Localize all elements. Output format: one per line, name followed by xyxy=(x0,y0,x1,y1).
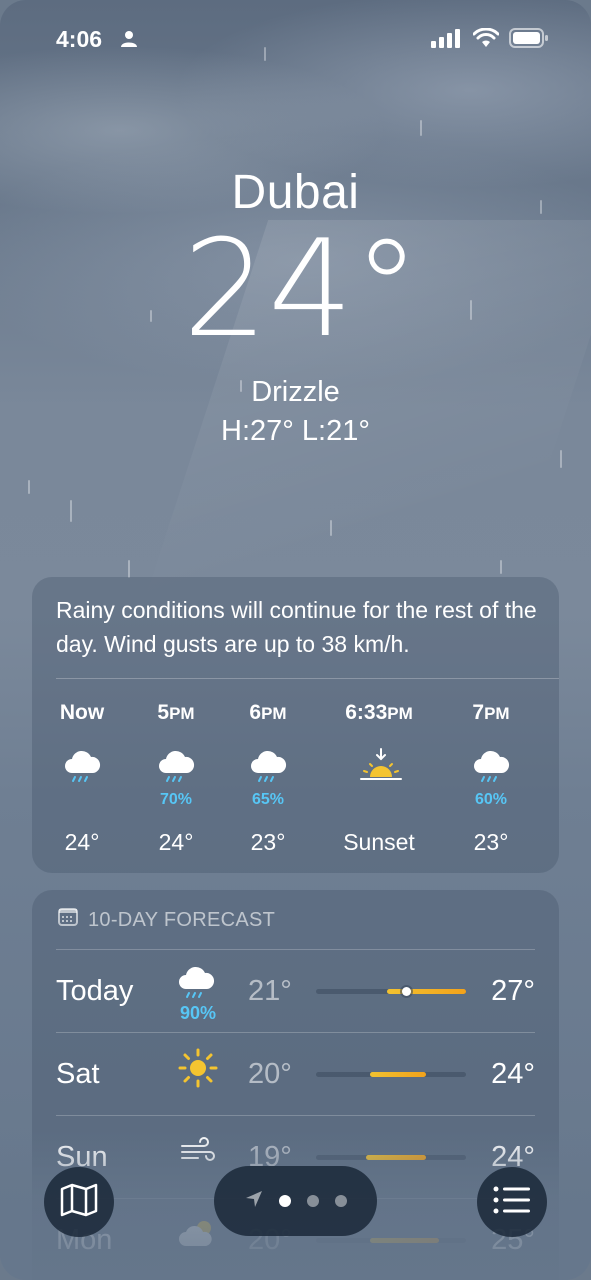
rain-cloud-icon xyxy=(156,747,196,787)
temperature-range-bar xyxy=(316,1072,466,1077)
rain-streak xyxy=(500,560,502,574)
rain-streak xyxy=(28,480,30,494)
map-icon xyxy=(60,1183,98,1222)
temperature-range-bar xyxy=(316,987,466,996)
location-pager[interactable] xyxy=(214,1166,377,1236)
hour-suffix: PM xyxy=(387,704,413,723)
ten-day-header-label: 10-DAY FORECAST xyxy=(88,908,276,931)
forecast-row[interactable]: Today 90% 21° 27° xyxy=(56,949,535,1032)
hour-suffix: PM xyxy=(169,704,195,723)
precipitation-chance: 60% xyxy=(474,791,508,808)
hour-temperature: Sunset xyxy=(343,829,415,855)
precipitation-chance: 70% xyxy=(159,791,193,808)
rain-cloud-icon xyxy=(471,747,511,787)
hour-label: 7PM xyxy=(472,701,510,724)
map-button[interactable] xyxy=(44,1167,114,1237)
rain-streak xyxy=(128,560,130,578)
page-dot[interactable] xyxy=(306,1195,319,1207)
hourly-item: 7PM 60% 23° xyxy=(446,701,536,855)
hourly-item: Now 24° xyxy=(37,701,127,855)
page-dot[interactable] xyxy=(334,1195,347,1207)
battery-icon xyxy=(509,28,549,53)
page-dot-current[interactable] xyxy=(278,1195,291,1207)
hour-suffix: PM xyxy=(261,704,287,723)
hour-label: 6:33PM xyxy=(345,701,413,724)
divider xyxy=(56,678,559,679)
cellular-signal-icon xyxy=(431,28,463,53)
row-divider xyxy=(56,949,535,950)
hour-label: Now xyxy=(59,701,105,724)
forecast-row[interactable]: Sat 20° 24° xyxy=(56,1032,535,1115)
hourly-item: 6PM 65% 23° xyxy=(223,701,313,855)
current-temp-marker xyxy=(402,987,411,996)
hourly-item: 5PM 70% 24° xyxy=(131,701,221,855)
location-list-button[interactable] xyxy=(477,1167,547,1237)
hour-temperature: 24° xyxy=(64,829,100,855)
rain-streak xyxy=(70,500,72,522)
high-low-temperature: H:27° L:21° xyxy=(221,415,370,447)
rain-cloud-icon xyxy=(248,747,288,787)
row-divider xyxy=(56,1115,535,1116)
status-time: 4:06 xyxy=(56,26,103,52)
calendar-icon xyxy=(58,908,78,932)
hour-temperature: 24° xyxy=(158,829,194,855)
list-icon xyxy=(493,1185,531,1220)
rain-streak xyxy=(330,520,332,536)
sun-icon xyxy=(176,1046,220,1090)
precipitation-chance: 65% xyxy=(251,791,285,808)
precipitation-chance: 90% xyxy=(179,1003,217,1023)
hourly-item: 6:33PM Sunset xyxy=(334,701,424,855)
day-name: Sat xyxy=(56,1058,100,1090)
high-temperature: 27° xyxy=(491,975,535,1007)
sunset-icon xyxy=(359,747,402,787)
weather-screen: 4:06 Dubai 24° Drizzle H:27° L:21° Rainy… xyxy=(0,0,591,1280)
rain-cloud-icon xyxy=(176,963,220,1007)
person-icon xyxy=(120,30,138,53)
hourly-forecast-card[interactable]: Rainy conditions will continue for the r… xyxy=(32,577,559,873)
low-temperature: 20° xyxy=(248,1058,292,1090)
hour-suffix: PM xyxy=(484,704,510,723)
rain-cloud-icon xyxy=(62,747,102,787)
location-arrow-icon xyxy=(245,1190,263,1213)
hour-temperature: 23° xyxy=(473,829,509,855)
ten-day-header: 10-DAY FORECAST xyxy=(58,908,275,932)
forecast-summary-text: Rainy conditions will continue for the r… xyxy=(56,597,537,657)
rain-streak xyxy=(420,120,422,136)
row-divider xyxy=(56,1032,535,1033)
weather-condition: Drizzle xyxy=(251,376,340,408)
current-temperature: 24° xyxy=(182,211,421,367)
day-name: Today xyxy=(56,975,134,1007)
hour-label: 6PM xyxy=(249,701,287,724)
temperature-range-fill xyxy=(370,1072,426,1077)
status-bar: 4:06 xyxy=(0,24,591,56)
wifi-icon xyxy=(472,27,500,53)
hour-temperature: 23° xyxy=(250,829,286,855)
high-temperature: 24° xyxy=(491,1058,535,1090)
rain-streak xyxy=(560,450,562,468)
hour-label: 5PM xyxy=(157,701,195,724)
low-temperature: 21° xyxy=(248,975,292,1007)
temperature-range-fill xyxy=(386,989,466,994)
